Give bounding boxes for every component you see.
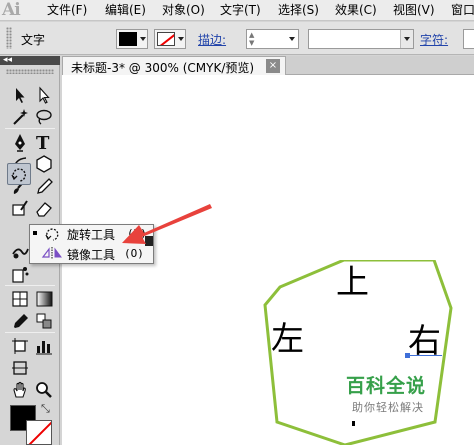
swap-colors-icon[interactable]: ⤡: [41, 402, 50, 416]
warp-tool-icon[interactable]: [9, 241, 31, 263]
fill-swatch: [119, 32, 137, 46]
toolbox-grip[interactable]: [6, 69, 54, 74]
watermark-subtitle: 助你轻松解决: [352, 401, 424, 414]
direct-selection-tool-icon[interactable]: [33, 84, 55, 106]
menu-view[interactable]: 视图(V): [393, 0, 435, 20]
chevron-down-icon: [289, 37, 295, 41]
menu-object[interactable]: 对象(O): [162, 0, 205, 20]
perspective-grid-tool-icon[interactable]: [9, 288, 31, 310]
character-panel-link[interactable]: 字符:: [420, 31, 448, 48]
menu-file[interactable]: 文件(F): [47, 0, 87, 20]
stroke-none-swatch: [157, 32, 175, 46]
svg-text:T: T: [36, 133, 50, 153]
app-logo: Ai: [2, 0, 21, 20]
toolbox-divider: [5, 332, 55, 333]
pencil-tool-icon[interactable]: [33, 175, 55, 197]
menu-type[interactable]: 文字(T): [220, 0, 261, 20]
close-icon[interactable]: ×: [266, 59, 280, 73]
reflect-icon: [41, 245, 63, 261]
collapse-icon[interactable]: ◂◂: [3, 54, 12, 66]
text-top[interactable]: 上: [336, 264, 369, 300]
anchor-point: [405, 353, 410, 358]
fill-color-picker[interactable]: [116, 29, 148, 49]
type-tool-icon[interactable]: T: [33, 131, 55, 153]
menu-effect[interactable]: 效果(C): [335, 0, 377, 20]
magic-wand-tool-icon[interactable]: [9, 106, 31, 128]
menu-bar: Ai 文件(F) 编辑(E) 对象(O) 文字(T) 选择(S) 效果(C) 视…: [0, 0, 474, 21]
current-tool-bullet: [33, 231, 37, 235]
polygon-tool-icon[interactable]: [33, 153, 55, 175]
annotation-arrow: [122, 204, 212, 244]
watermark-title: 百科全说: [346, 375, 427, 397]
control-bar: 文字 描边: ▲ ▼ 字符:: [0, 22, 474, 55]
control-bar-grip[interactable]: [6, 27, 12, 49]
toolbox-divider: [5, 285, 55, 286]
stroke-color-picker[interactable]: [154, 29, 186, 49]
zoom-tool-icon[interactable]: [33, 379, 55, 401]
control-bar-label: 文字: [21, 33, 46, 47]
eyedropper-tool-icon[interactable]: [9, 310, 31, 332]
menu-edit[interactable]: 编辑(E): [105, 0, 146, 20]
rotate-tool-button[interactable]: [7, 163, 31, 185]
lasso-tool-icon[interactable]: [33, 106, 55, 128]
stroke-weight-stepper[interactable]: ▲ ▼: [249, 31, 257, 47]
document-tab[interactable]: 未标题-3* @ 300% (CMYK/预览) ×: [62, 56, 286, 75]
toolbox-divider: [5, 128, 55, 129]
blob-brush-tool-icon[interactable]: [9, 197, 31, 219]
text-right[interactable]: 右: [408, 323, 441, 359]
slice-tool-icon[interactable]: [9, 357, 31, 379]
stroke-panel-link[interactable]: 描边:: [198, 31, 226, 48]
selection-tool-icon[interactable]: [9, 84, 31, 106]
toolbox-header: ◂◂: [0, 54, 60, 66]
artboard-tool-icon[interactable]: [9, 335, 31, 357]
symbol-sprayer-tool-icon[interactable]: [9, 263, 31, 285]
eraser-tool-icon[interactable]: [33, 197, 55, 219]
menu-select[interactable]: 选择(S): [278, 0, 319, 20]
pen-tool-icon[interactable]: [9, 131, 31, 153]
text-cursor-mark: [352, 421, 355, 426]
gradient-tool-icon[interactable]: [33, 288, 55, 310]
chevron-down-icon: [178, 37, 184, 41]
menu-window[interactable]: 窗口: [451, 0, 474, 20]
style-select-button[interactable]: [400, 30, 413, 48]
chevron-down-icon: [404, 37, 410, 41]
graph-tool-icon[interactable]: [33, 335, 55, 357]
text-left[interactable]: 左: [271, 321, 304, 357]
text-baseline-selection: [406, 355, 442, 356]
document-tab-title: 未标题-3* @ 300% (CMYK/预览): [71, 61, 255, 75]
rotate-icon: [43, 226, 61, 242]
style-select[interactable]: [308, 29, 414, 49]
document-tab-strip: [286, 56, 474, 75]
chevron-down-icon: [140, 37, 146, 41]
blend-tool-icon[interactable]: [33, 310, 55, 332]
hand-tool-icon[interactable]: [9, 379, 31, 401]
font-field[interactable]: [463, 29, 474, 49]
stroke-color-box[interactable]: [26, 420, 52, 445]
